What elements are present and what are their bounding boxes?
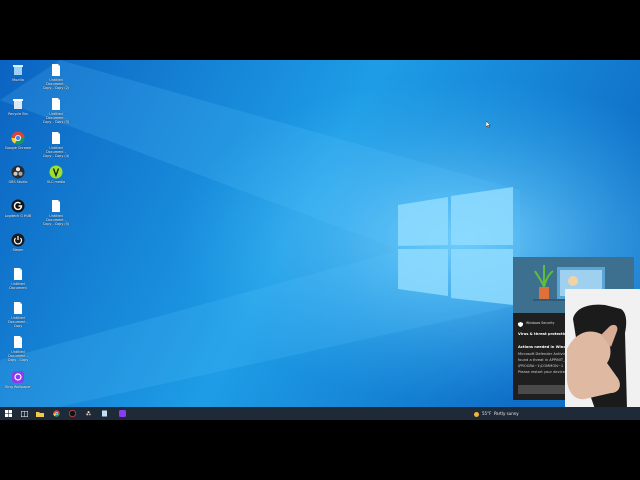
desktop-icon-mozilla[interactable]: Mozilla — [4, 63, 32, 82]
taskbar — [0, 407, 640, 420]
desktop-icon-document[interactable]: Untitled Document - Copy - Copy — [4, 335, 32, 362]
desktop-icon-label: Mozilla — [12, 78, 24, 82]
desktop-icon-label: Recycle Bin — [8, 112, 28, 116]
desktop-icon-document[interactable]: Untitled Document - Copy - Copy (4) — [42, 131, 70, 158]
obs-icon — [84, 410, 92, 417]
document-icon — [52, 64, 60, 76]
taskbar-app-red[interactable] — [67, 409, 77, 419]
desktop-icon-document[interactable]: Untitled Document - Copy - Copy (5) — [42, 199, 70, 226]
desktop-icon-label: Untitled Document - Copy - Copy — [7, 350, 29, 362]
logitech-icon — [11, 199, 25, 213]
taskbar-obs[interactable] — [83, 409, 93, 419]
desktop-icon-chrome[interactable]: Google Chrome — [4, 131, 32, 150]
desktop-icon-vlc[interactable]: VLC media — [42, 165, 70, 184]
recycle-bin-icon — [13, 65, 23, 75]
document-icon — [52, 200, 60, 212]
obs-icon — [11, 165, 25, 179]
desktop-icon-recycle-bin[interactable]: Recycle Bin — [4, 97, 32, 116]
desktop-icon-label: Logitech G HUB — [4, 214, 32, 218]
taskbar-chrome[interactable] — [51, 409, 61, 419]
taskbar-app-blue[interactable] — [99, 409, 109, 419]
desktop-icon-label: Untitled Document - Copy - Copy (5) — [42, 214, 70, 226]
red-circle-app-icon — [68, 410, 76, 417]
weather-description: Partly sunny — [493, 411, 519, 416]
notification-app-name: Windows Security — [526, 321, 555, 325]
windows-logo-icon — [4, 410, 12, 417]
purple-app-icon — [12, 371, 24, 383]
blue-app-icon — [101, 410, 107, 417]
document-icon — [14, 302, 22, 314]
desktop-icon-label: Untitled Document - Copy - Copy (2) — [42, 78, 70, 90]
recycle-bin-full-icon — [13, 99, 23, 109]
desktop-icon-label: Untitled Document - Copy - Copy (3) — [42, 112, 70, 124]
start-button[interactable] — [3, 409, 13, 419]
vlc-icon — [49, 165, 63, 179]
desktop-icon-document[interactable]: Untitled Document - Copy — [4, 301, 32, 328]
taskbar-weather-widget[interactable]: 55°F Partly sunny — [474, 409, 519, 418]
desktop-icon-label: Untitled Document - Copy — [8, 316, 28, 328]
weather-temperature: 55°F — [482, 411, 492, 416]
desktop-icon-bing-wallpaper[interactable]: Bing Wallpaper — [4, 370, 32, 389]
notification-line-1: Microsoft Defender Antivirus — [518, 352, 570, 356]
desktop-icon-document[interactable]: Untitled Document — [4, 267, 32, 290]
chrome-icon — [52, 410, 60, 417]
task-view-icon — [20, 410, 28, 417]
task-view-button[interactable] — [19, 409, 29, 419]
desktop-icon-label: VLC media — [46, 180, 66, 184]
weather-sun-icon — [474, 411, 479, 417]
document-icon — [14, 268, 22, 280]
taskbar-app-purple[interactable] — [117, 409, 127, 419]
notification-line-4: Please restart your device — [518, 370, 565, 374]
notification-title: Virus & threat protection — [518, 332, 570, 336]
desktop-icon-label: Steam — [12, 248, 24, 252]
desktop-icon-logitech[interactable]: Logitech G HUB — [4, 199, 32, 218]
power-app-icon — [11, 233, 25, 247]
desktop-icon-label: Untitled Document - Copy - Copy (4) — [42, 146, 70, 158]
desktop-icon-steam[interactable]: Steam — [4, 233, 32, 252]
taskbar-file-explorer[interactable] — [35, 409, 45, 419]
webcam-overlay-hand-phone — [565, 289, 640, 420]
folder-icon — [36, 411, 44, 417]
document-icon — [52, 98, 60, 110]
desktop-icon-obs[interactable]: OBS Studio — [4, 165, 32, 184]
purple-app-icon — [118, 410, 126, 417]
desktop-icon-label: OBS Studio — [8, 180, 28, 184]
desktop-icon-document[interactable]: Untitled Document - Copy - Copy (2) — [42, 63, 70, 90]
desktop-icon-label: Untitled Document — [9, 282, 27, 290]
document-icon — [52, 132, 60, 144]
document-icon — [14, 336, 22, 348]
chrome-icon — [11, 131, 25, 145]
desktop-icon-label: Bing Wallpaper — [5, 385, 31, 389]
desktop-icon-document[interactable]: Untitled Document - Copy - Copy (3) — [42, 97, 70, 124]
desktop-icon-label: Google Chrome — [4, 146, 32, 150]
notification-line-3: \PROGRA~1\COMMON~1 — [518, 364, 564, 368]
shield-icon — [518, 322, 523, 327]
hand-holding-phone-image — [565, 289, 640, 420]
mouse-cursor-icon — [486, 121, 491, 128]
